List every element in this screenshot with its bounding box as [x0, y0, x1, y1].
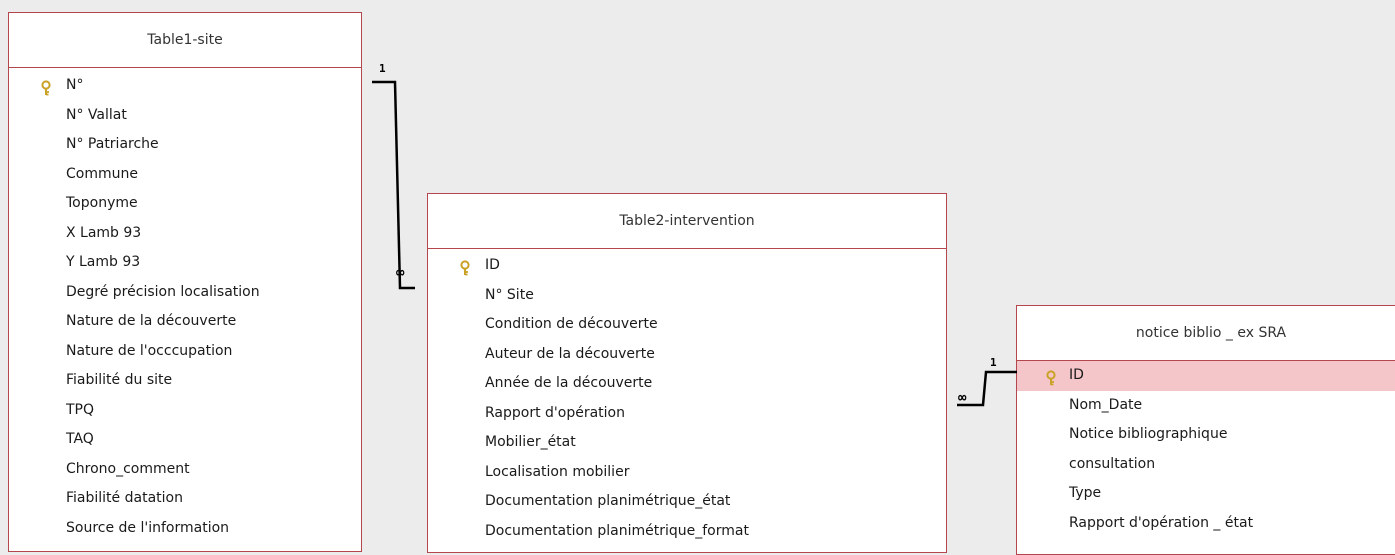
field-label: consultation [1069, 455, 1156, 472]
field-label: X Lamb 93 [66, 224, 142, 241]
table-site-field-row[interactable]: Fiabilité datation [9, 484, 361, 514]
field-label: Mobilier_état [485, 434, 576, 450]
table-site-field-row[interactable]: TAQ [9, 425, 361, 455]
table-intervention-field-row[interactable]: N° Site [428, 281, 946, 311]
table-intervention-field-list: ID N° Site Condition de découverte Auteur d… [428, 249, 946, 546]
table-site-field-row[interactable]: N° [9, 71, 361, 101]
field-label: Degré précision localisation [66, 283, 260, 300]
field-label: Année de la découverte [485, 375, 653, 391]
field-label: TPQ [66, 401, 95, 418]
field-label: Fiabilité datation [66, 490, 183, 506]
field-label: N° Patriarche [66, 136, 159, 152]
table-intervention-field-row[interactable]: Année de la découverte [428, 369, 946, 399]
table-notice-biblio-field-row[interactable]: Type [1017, 479, 1395, 509]
table-notice-biblio-title[interactable]: notice biblio _ ex SRA [1017, 306, 1395, 361]
field-label: N° [66, 77, 84, 93]
field-label: Notice bibliographique [1069, 426, 1228, 442]
table-notice-biblio-field-list: ID Nom_Date Notice bibliographique consulta… [1017, 361, 1395, 538]
table-site-field-row[interactable]: X Lamb 93 [9, 219, 361, 249]
table-notice-biblio-field-row[interactable]: Rapport d'opération _ état [1017, 509, 1395, 539]
primary-key-icon [1045, 368, 1061, 386]
field-label: ID [485, 257, 500, 273]
field-label: Auteur de la découverte [485, 345, 655, 362]
field-label: Toponyme [66, 195, 138, 211]
table-intervention-field-row[interactable]: Rapport d'opération [428, 399, 946, 429]
field-label: Fiabilité du site [66, 372, 173, 388]
table-site-title[interactable]: Table1-site [9, 13, 361, 68]
field-label: Source de l'information [66, 519, 230, 536]
table-site-field-row[interactable]: Nature de la découverte [9, 307, 361, 337]
relationship-many-marker: ∞ [958, 390, 967, 406]
field-label: Rapport d'opération [485, 404, 625, 421]
field-label: Y Lamb 93 [66, 254, 141, 270]
table-site-field-list: N° N° Vallat N° Patriarche Commune Toponyme X… [9, 68, 361, 543]
primary-key-icon [40, 78, 56, 96]
relationship-one-marker: 1 [990, 356, 997, 369]
table-site-field-row[interactable]: Degré précision localisation [9, 278, 361, 308]
field-label: N° Site [485, 286, 534, 303]
table-site-field-row[interactable]: Toponyme [9, 189, 361, 219]
relationship-one-marker: 1 [379, 62, 386, 75]
table-intervention-field-row[interactable]: ID [428, 251, 946, 281]
table-site-field-row[interactable]: TPQ [9, 396, 361, 426]
table-intervention-title[interactable]: Table2-intervention [428, 194, 946, 249]
table-intervention-field-row[interactable]: Condition de découverte [428, 310, 946, 340]
table-site-field-row[interactable]: N° Vallat [9, 101, 361, 131]
table-notice-biblio-field-row[interactable]: Nom_Date [1017, 391, 1395, 421]
table-site-field-row[interactable]: Nature de l'occcupation [9, 337, 361, 367]
table-intervention[interactable]: Table2-intervention ID N° Site Condition d… [427, 193, 947, 553]
field-label: TAQ [66, 431, 94, 447]
field-label: ID [1069, 367, 1084, 383]
table-intervention-field-row[interactable]: Localisation mobilier [428, 458, 946, 488]
table-intervention-field-row[interactable]: Documentation planimétrique_format [428, 517, 946, 547]
table-notice-biblio[interactable]: notice biblio _ ex SRA ID Nom_Date Notice … [1016, 305, 1395, 555]
table-notice-biblio-field-row[interactable]: ID [1017, 361, 1395, 391]
field-label: Chrono_comment [66, 460, 190, 477]
table-site-field-row[interactable]: Y Lamb 93 [9, 248, 361, 278]
table-site-field-row[interactable]: Chrono_comment [9, 455, 361, 485]
relationship-many-marker: ∞ [396, 265, 405, 281]
table-intervention-field-row[interactable]: Mobilier_état [428, 428, 946, 458]
field-label: Condition de découverte [485, 316, 658, 332]
field-label: Nom_Date [1069, 396, 1143, 413]
field-label: Documentation planimétrique_format [485, 522, 749, 539]
field-label: Commune [66, 165, 138, 182]
field-label: Nature de la découverte [66, 313, 237, 329]
table-intervention-field-row[interactable]: Auteur de la découverte [428, 340, 946, 370]
table-site-field-row[interactable]: Fiabilité du site [9, 366, 361, 396]
table-site-field-row[interactable]: Source de l'information [9, 514, 361, 544]
field-label: Localisation mobilier [485, 463, 630, 480]
table-intervention-field-row[interactable]: Documentation planimétrique_état [428, 487, 946, 517]
field-label: Rapport d'opération _ état [1069, 514, 1254, 531]
table-site-field-row[interactable]: Commune [9, 160, 361, 190]
field-label: N° Vallat [66, 106, 127, 123]
table-notice-biblio-field-row[interactable]: consultation [1017, 450, 1395, 480]
primary-key-icon [459, 258, 475, 276]
table-site[interactable]: Table1-site N° N° Vallat N° Patriarche Comm… [8, 12, 362, 552]
relationship-site-intervention[interactable] [362, 60, 432, 300]
field-label: Nature de l'occcupation [66, 342, 233, 359]
table-notice-biblio-field-row[interactable]: Notice bibliographique [1017, 420, 1395, 450]
field-label: Type [1069, 485, 1102, 501]
field-label: Documentation planimétrique_état [485, 493, 731, 509]
table-site-field-row[interactable]: N° Patriarche [9, 130, 361, 160]
